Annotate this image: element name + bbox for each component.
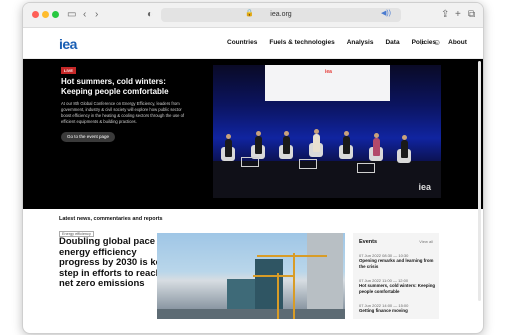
hero-banner: LIVE Hot summers, cold winters: Keeping … bbox=[23, 59, 483, 209]
tabs-icon[interactable]: ⧉ bbox=[468, 8, 475, 22]
crane-mast bbox=[277, 273, 279, 319]
audio-icon[interactable]: ◀)) bbox=[381, 9, 391, 17]
forward-icon[interactable]: › bbox=[95, 8, 98, 22]
main-nav: Countries Fuels & technologies Analysis … bbox=[227, 39, 467, 46]
panelist-head bbox=[344, 131, 349, 136]
address-bar[interactable]: 🔒 iea.org ◀)) bbox=[161, 8, 401, 22]
minimize-window-button[interactable] bbox=[42, 11, 49, 18]
page-scrollbar[interactable] bbox=[478, 61, 481, 301]
view-all-link[interactable]: View all bbox=[419, 239, 433, 244]
side-table bbox=[357, 163, 375, 173]
back-icon[interactable]: ‹ bbox=[83, 8, 86, 22]
news-section-heading: Latest news, commentaries and reports bbox=[59, 216, 163, 222]
panelist-head bbox=[226, 134, 231, 139]
event-item[interactable]: 07 Jun 2022 08:30 — 10:30 Opening remark… bbox=[359, 253, 437, 269]
plus-icon[interactable]: + bbox=[455, 8, 461, 22]
event-page-button[interactable]: Go to the event page bbox=[61, 132, 115, 142]
side-table bbox=[299, 159, 317, 169]
share-icon[interactable]: ⇪ bbox=[441, 8, 449, 22]
crane-mast bbox=[293, 253, 295, 319]
panelist-head bbox=[256, 131, 261, 136]
shield-icon[interactable]: ◐ bbox=[147, 8, 153, 22]
event-name: Getting finance moving bbox=[359, 308, 408, 313]
panelist bbox=[343, 136, 350, 154]
user-icon[interactable]: ☺ bbox=[433, 38, 441, 47]
nav-countries[interactable]: Countries bbox=[227, 39, 257, 46]
panelist bbox=[313, 134, 320, 152]
events-title: Events bbox=[359, 239, 378, 245]
panelist bbox=[225, 139, 232, 157]
nav-about[interactable]: About bbox=[448, 39, 467, 46]
building bbox=[307, 233, 343, 319]
iea-logo[interactable]: iea bbox=[59, 36, 77, 52]
nav-analysis[interactable]: Analysis bbox=[347, 39, 374, 46]
crane-jib bbox=[253, 275, 293, 277]
hero-description: At our 8th Global Conference on Energy E… bbox=[61, 101, 185, 124]
panelist-head bbox=[284, 131, 289, 136]
side-table bbox=[241, 157, 259, 167]
crane-jib bbox=[257, 255, 327, 257]
fullscreen-window-button[interactable] bbox=[52, 11, 59, 18]
nav-fuels-technologies[interactable]: Fuels & technologies bbox=[269, 39, 334, 46]
search-icon[interactable]: ⌕ bbox=[421, 38, 425, 48]
event-item[interactable]: 07 Jun 2022 11:00 — 12:00 Hot summers, c… bbox=[359, 278, 437, 294]
browser-window: ▭ ‹ › ◐ 🔒 iea.org ◀)) ⇪ + ⧉ iea Countrie… bbox=[22, 2, 484, 334]
events-panel: Events View all 07 Jun 2022 08:30 — 10:3… bbox=[353, 233, 439, 319]
live-badge: LIVE bbox=[61, 67, 76, 74]
panelist bbox=[283, 136, 290, 154]
sidebar-icon[interactable]: ▭ bbox=[67, 8, 76, 22]
live-video-player[interactable]: iea iea bbox=[213, 65, 441, 198]
hero-title: Hot summers, cold winters: Keeping peopl… bbox=[61, 77, 169, 96]
panelist-head bbox=[314, 129, 319, 134]
ground bbox=[157, 309, 345, 319]
video-badge: iea bbox=[325, 69, 332, 75]
panelist bbox=[255, 136, 262, 154]
panelist bbox=[401, 140, 408, 158]
panelist bbox=[373, 138, 380, 156]
event-item[interactable]: 07 Jun 2022 14:00 — 15:00 Getting financ… bbox=[359, 303, 437, 314]
news-image[interactable] bbox=[157, 233, 345, 319]
site-header: iea Countries Fuels & technologies Analy… bbox=[23, 28, 483, 59]
event-name: Opening remarks and learning from the cr… bbox=[359, 258, 434, 269]
nav-data[interactable]: Data bbox=[385, 39, 399, 46]
url-text: iea.org bbox=[270, 11, 292, 18]
panelist-head bbox=[402, 135, 407, 140]
close-window-button[interactable] bbox=[32, 11, 39, 18]
browser-toolbar: ▭ ‹ › ◐ 🔒 iea.org ◀)) ⇪ + ⧉ bbox=[23, 3, 483, 28]
panelist-head bbox=[374, 133, 379, 138]
event-name: Hot summers, cold winters: Keeping peopl… bbox=[359, 283, 436, 294]
video-watermark: iea bbox=[418, 182, 431, 192]
